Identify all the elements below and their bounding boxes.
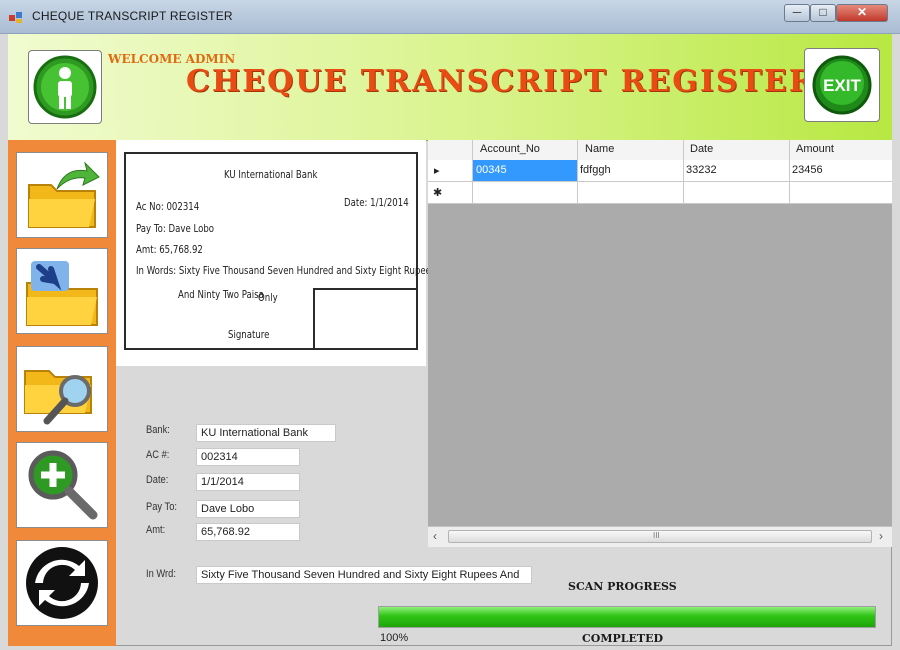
new-row[interactable]: ✱ (428, 182, 892, 204)
signature-box (313, 288, 418, 350)
ac-field[interactable]: 002314 (196, 448, 300, 466)
refresh-button[interactable] (16, 540, 108, 626)
cheque-only: Only (258, 291, 278, 304)
ac-label: AC #: (146, 449, 170, 461)
grid-divider (789, 140, 790, 204)
bank-label: Bank: (146, 424, 170, 436)
cheque-in-words-line2: And Ninty Two Paisa (178, 288, 264, 301)
cheque-image: KU International Bank Ac No: 002314 Date… (124, 152, 435, 350)
add-search-icon (28, 450, 98, 520)
exit-icon: EXIT (812, 55, 872, 115)
scroll-right-arrow[interactable]: › (879, 529, 883, 543)
column-header-account-no[interactable]: Account_No (480, 143, 540, 155)
app-icon (9, 12, 22, 23)
close-button[interactable]: ✕ (836, 4, 888, 22)
date-field[interactable]: 1/1/2014 (196, 473, 300, 491)
cell-account-no[interactable]: 00345 (476, 164, 507, 176)
grid-divider (577, 140, 578, 204)
cheque-date: Date: 1/1/2014 (344, 196, 409, 209)
user-icon (33, 55, 97, 119)
date-label: Date: (146, 474, 169, 486)
bank-field[interactable]: KU International Bank (196, 424, 336, 442)
cheque-signature-label: Signature (228, 328, 270, 341)
minimize-button[interactable]: ─ (784, 4, 810, 22)
maximize-button[interactable]: □ (810, 4, 836, 22)
exit-button[interactable]: EXIT (804, 48, 880, 122)
search-folder-button[interactable] (16, 346, 108, 432)
cell-name[interactable]: fdfggh (580, 164, 611, 176)
row-indicator: ▸ (434, 165, 440, 177)
amount-field[interactable]: 65,768.92 (196, 523, 300, 541)
search-folder-icon (24, 370, 92, 425)
scroll-grip: III (653, 531, 660, 540)
grid-divider (472, 140, 473, 204)
cell-date[interactable]: 33232 (686, 164, 717, 176)
scan-progress-label: SCAN PROGRESS (568, 580, 677, 593)
column-header-amount[interactable]: Amount (796, 143, 834, 155)
cell-amount[interactable]: 23456 (792, 164, 823, 176)
in-words-label: In Wrd: (146, 568, 176, 580)
cheque-bank: KU International Bank (224, 168, 318, 181)
window-titlebar: CHEQUE TRANSCRIPT REGISTER ─ □ ✕ (0, 0, 900, 34)
pay-to-field[interactable]: Dave Lobo (196, 500, 300, 518)
amount-label: Amt: (146, 524, 166, 536)
scan-progress-bar (378, 606, 876, 628)
grid-header: Account_No Name Date Amount (428, 140, 892, 161)
add-search-button[interactable] (16, 442, 108, 528)
sidebar (8, 140, 116, 646)
exit-label: EXIT (823, 76, 861, 95)
open-folder-button[interactable] (16, 152, 108, 238)
column-header-date[interactable]: Date (690, 143, 713, 155)
import-folder-icon (26, 261, 98, 326)
table-row[interactable]: ▸ 00345 fdfggh 33232 23456 (428, 160, 892, 182)
scroll-thumb[interactable]: III (448, 530, 872, 543)
pay-to-label: Pay To: (146, 501, 178, 513)
app-title: CHEQUE TRANSCRIPT REGISTER (186, 64, 816, 99)
cheque-amount: Amt: 65,768.92 (136, 243, 203, 256)
scan-status: COMPLETED (582, 632, 664, 645)
scroll-left-arrow[interactable]: ‹ (433, 529, 437, 543)
records-grid[interactable]: Account_No Name Date Amount ▸ 00345 fdfg… (428, 140, 892, 546)
progress-fill (379, 607, 875, 627)
window-title: CHEQUE TRANSCRIPT REGISTER (32, 9, 233, 23)
cheque-ac-no: Ac No: 002314 (136, 200, 200, 213)
header-banner: WELCOME ADMIN CHEQUE TRANSCRIPT REGISTER… (8, 34, 892, 141)
horizontal-scrollbar[interactable]: ‹ III › (428, 526, 892, 547)
folder-open-icon (28, 161, 100, 228)
user-button[interactable] (28, 50, 102, 124)
grid-divider (683, 140, 684, 204)
refresh-icon (26, 547, 98, 619)
cheque-pay-to: Pay To: Dave Lobo (136, 222, 215, 235)
column-header-name[interactable]: Name (585, 143, 614, 155)
in-words-field[interactable]: Sixty Five Thousand Seven Hundred and Si… (196, 566, 532, 584)
new-row-indicator: ✱ (433, 187, 443, 199)
cheque-in-words-line1: In Words: Sixty Five Thousand Seven Hund… (136, 264, 436, 277)
progress-percent: 100% (380, 632, 409, 644)
import-button[interactable] (16, 248, 108, 334)
